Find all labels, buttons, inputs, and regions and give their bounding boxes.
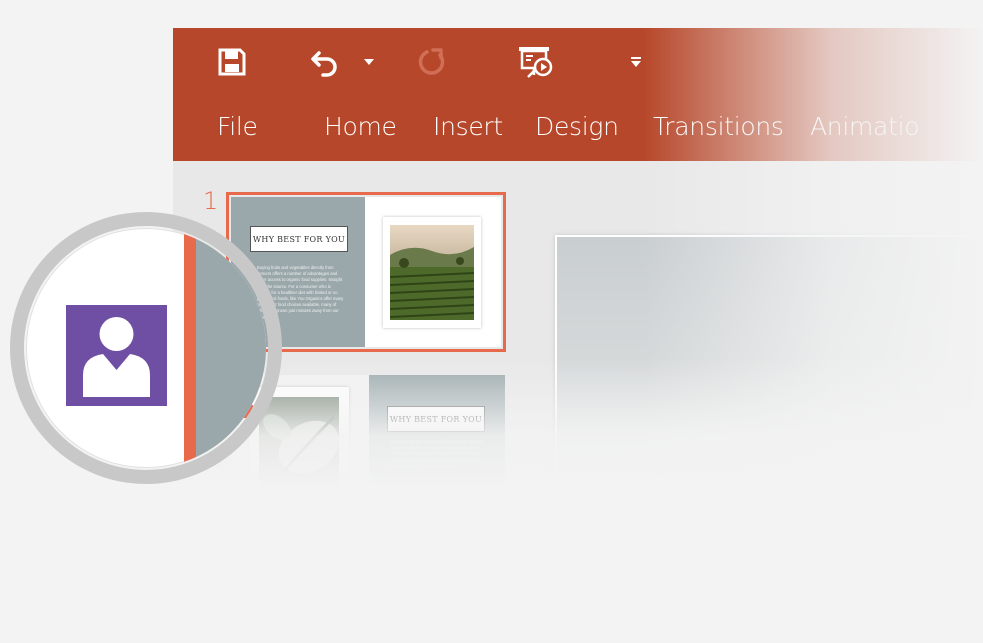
thumb2-title: WHY BEST FOR YOU <box>387 406 485 432</box>
save-button[interactable] <box>213 42 251 82</box>
ribbon-tabs: File Home Insert Design Transitions Anim… <box>173 106 983 146</box>
customize-caret-icon <box>631 57 641 67</box>
user-avatar-icon <box>66 305 167 406</box>
undo-icon <box>311 51 337 77</box>
dropdown-caret-icon <box>364 59 374 65</box>
redo-button[interactable] <box>413 42 453 82</box>
save-icon <box>218 48 246 76</box>
tab-transitions[interactable]: Transitions <box>653 112 784 141</box>
magnifier-orange-bar <box>184 228 196 468</box>
slide-number: 1 <box>203 187 219 215</box>
slide-canvas[interactable] <box>555 235 983 488</box>
customize-toolbar-button[interactable] <box>625 42 647 82</box>
undo-dropdown-button[interactable] <box>359 42 379 82</box>
magnifier-grey-panel <box>196 228 266 468</box>
tab-file[interactable]: File <box>217 112 258 141</box>
powerpoint-window: File Home Insert Design Transitions Anim… <box>173 28 983 488</box>
start-slideshow-button[interactable] <box>513 42 557 82</box>
present-icon <box>519 47 553 78</box>
workspace: 1 WHY BEST FOR YOU Buying fruits and veg… <box>173 161 983 488</box>
tab-animations[interactable]: Animatio <box>810 112 920 141</box>
undo-button[interactable] <box>306 42 346 82</box>
tab-design[interactable]: Design <box>535 112 619 141</box>
thumb-photo-frame <box>383 217 481 328</box>
tab-home[interactable]: Home <box>324 112 397 141</box>
redo-icon <box>418 48 445 75</box>
vineyard-photo <box>390 225 474 320</box>
thumb2-body-text: Buying fruits and vegetables directly fr… <box>391 439 483 469</box>
leaf-photo <box>259 397 339 488</box>
ribbon: File Home Insert Design Transitions Anim… <box>173 28 983 161</box>
tab-insert[interactable]: Insert <box>433 112 503 141</box>
